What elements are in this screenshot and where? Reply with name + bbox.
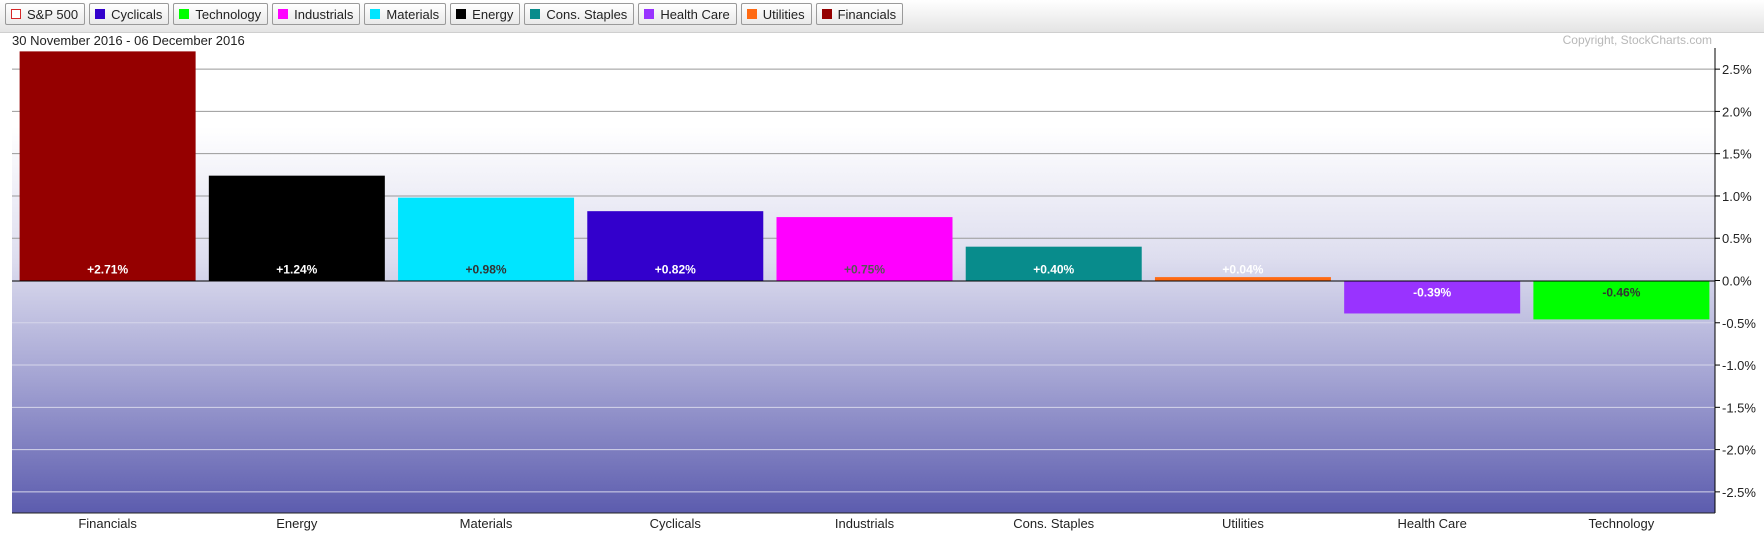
bar-value-label: +2.71% bbox=[87, 263, 128, 277]
x-tick-label: Financials bbox=[78, 516, 137, 531]
bar-value-label: +1.24% bbox=[276, 263, 317, 277]
y-tick-label: 0.5% bbox=[1722, 231, 1752, 246]
x-tick-label: Cons. Staples bbox=[1013, 516, 1094, 531]
y-tick-label: -2.0% bbox=[1722, 443, 1756, 458]
bar-value-label: +0.40% bbox=[1033, 263, 1074, 277]
x-tick-label: Industrials bbox=[835, 516, 895, 531]
y-tick-label: 2.5% bbox=[1722, 62, 1752, 77]
x-tick-label: Materials bbox=[460, 516, 513, 531]
x-tick-label: Health Care bbox=[1397, 516, 1466, 531]
x-tick-label: Energy bbox=[276, 516, 318, 531]
y-tick-label: 2.0% bbox=[1722, 104, 1752, 119]
y-tick-label: 1.5% bbox=[1722, 147, 1752, 162]
bar-value-label: +0.82% bbox=[655, 263, 696, 277]
y-tick-label: 1.0% bbox=[1722, 189, 1752, 204]
bar-value-label: +0.04% bbox=[1222, 263, 1263, 277]
bar-utilities bbox=[1154, 277, 1331, 281]
x-tick-label: Utilities bbox=[1222, 516, 1264, 531]
y-tick-label: -1.5% bbox=[1722, 400, 1756, 415]
x-axis-labels: Financials Energy Materials Cyclicals Indust… bbox=[78, 516, 1654, 531]
y-tick-label: -1.0% bbox=[1722, 358, 1756, 373]
y-axis-ticks: 2.5% 2.0% 1.5% 1.0% 0.5% 0.0% -0.5% -1.0% -1.5% -… bbox=[1715, 62, 1756, 500]
y-tick-label: 0.0% bbox=[1722, 274, 1752, 289]
x-tick-label: Technology bbox=[1588, 516, 1654, 531]
x-tick-label: Cyclicals bbox=[650, 516, 702, 531]
bar-chart: +2.71% +1.24% +0.98% +0.82% +0.75% +0.40% +0.0… bbox=[12, 48, 1756, 531]
bar-financials bbox=[19, 51, 196, 281]
bar-value-label: -0.46% bbox=[1602, 286, 1640, 300]
y-tick-label: -2.5% bbox=[1722, 485, 1756, 500]
bar-value-label: +0.75% bbox=[844, 263, 885, 277]
bar-value-label: -0.39% bbox=[1413, 286, 1451, 300]
bar-value-label: +0.98% bbox=[466, 263, 507, 277]
y-tick-label: -0.5% bbox=[1722, 316, 1756, 331]
